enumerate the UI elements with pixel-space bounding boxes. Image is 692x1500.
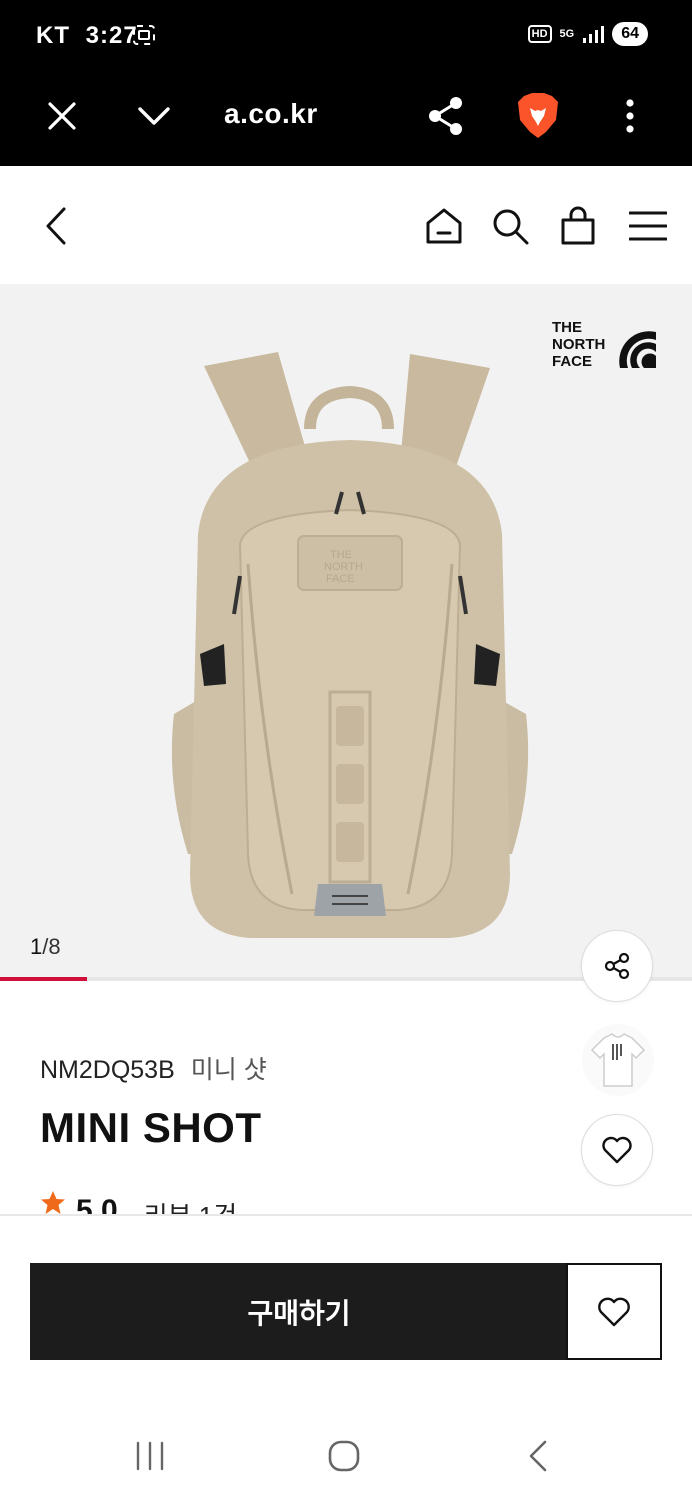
screenshot-icon [133,25,155,45]
rating-row[interactable]: 5.0 리뷰 1건 [40,1190,237,1214]
recent-apps-icon [136,1441,164,1471]
browser-toolbar: a.co.kr [0,70,692,166]
image-counter: 1/8 [30,934,61,960]
image-counter-current: 1 [30,934,43,959]
cart-button[interactable] [554,202,602,250]
hd-voice-icon: HD [527,25,552,43]
share-product-button[interactable] [581,930,653,1002]
gallery-progress-fill [0,977,87,981]
menu-icon [629,211,667,241]
system-navigation-bar [0,1410,692,1500]
url-text[interactable]: a.co.kr [224,98,318,130]
heart-icon [598,1297,630,1326]
battery-badge: 64 [612,22,648,46]
status-carrier-time: KT 3:27 [36,22,138,50]
brave-lion-icon [518,93,558,138]
logo-line-2: NORTH [552,336,605,353]
signal-icon [583,26,605,43]
product-backpack-image: THE NORTH FACE [171,352,529,938]
clock: 3:27 [85,22,138,49]
image-counter-total: /8 [42,934,61,959]
menu-button[interactable] [624,202,672,250]
tshirt-thumbnail-image [590,1033,646,1087]
shopping-bag-icon [561,206,595,245]
share-icon [429,97,462,135]
status-bar: KT 3:27 HD 5G 64 [0,0,692,70]
more-options-button[interactable] [606,92,654,140]
search-button[interactable] [486,202,534,250]
search-icon [493,209,529,245]
close-icon [48,102,76,130]
collapse-button[interactable] [130,92,178,140]
buy-button[interactable]: 구매하기 [30,1263,568,1360]
back-icon [46,207,66,245]
product-code: NM2DQ53B [40,1056,175,1084]
share-page-button[interactable] [422,92,470,140]
share-icon [604,952,630,980]
svg-text:NORTH: NORTH [324,561,363,573]
back-button[interactable] [32,202,80,250]
chevron-down-icon [138,107,170,125]
wishlist-float-button[interactable] [581,1114,653,1186]
review-count[interactable]: 리뷰 1건 [144,1196,237,1214]
close-tab-button[interactable] [38,92,86,140]
carrier-label: KT [36,22,70,49]
brave-shields-button[interactable] [514,92,562,140]
brand-logo: THE NORTH FACE [552,319,656,370]
wishlist-button[interactable] [566,1263,662,1360]
heart-icon [602,1136,632,1164]
5g-icon: 5G [559,28,575,40]
home-button[interactable] [420,202,468,250]
product-korean-name: 미니 샷 [190,1056,267,1084]
home-circle-icon [328,1440,360,1472]
recent-apps-button[interactable] [120,1434,180,1478]
svg-text:THE: THE [330,549,352,561]
more-vertical-icon [626,99,634,133]
product-name: MINI SHOT [40,1104,262,1151]
svg-text:FACE: FACE [326,573,355,585]
rating-value: 5.0 [76,1194,118,1214]
recent-product-thumbnail[interactable] [582,1024,654,1096]
logo-line-1: THE [552,319,582,336]
back-chevron-icon [529,1440,547,1472]
back-system-button[interactable] [508,1434,568,1478]
star-icon [41,1191,65,1214]
home-icon [426,208,462,244]
status-indicators: HD 5G 64 [527,22,648,46]
product-code-row: NM2DQ53B 미니 샷 [40,1050,267,1086]
site-header [0,166,692,284]
home-system-button[interactable] [314,1434,374,1478]
divider [0,1214,692,1216]
logo-line-3: FACE [552,353,592,370]
product-image-gallery[interactable]: THE NORTH FACE THE NORTH FACE 1/8 [0,284,692,980]
